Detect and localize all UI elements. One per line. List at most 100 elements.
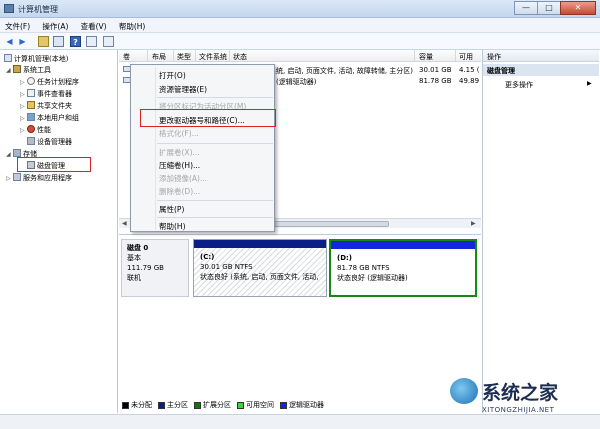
legend-item: 未分配 bbox=[122, 400, 152, 410]
show-hide-console-icon[interactable] bbox=[53, 36, 64, 47]
legend-item: 扩展分区 bbox=[194, 400, 231, 410]
legend-swatch bbox=[158, 401, 165, 409]
column-layout[interactable]: 布局 bbox=[152, 52, 166, 62]
window-title: 计算机管理 bbox=[18, 5, 58, 14]
shared-folder-icon bbox=[27, 101, 35, 109]
column-filesystem[interactable]: 文件系统 bbox=[199, 52, 227, 62]
services-icon bbox=[13, 173, 21, 181]
highlight-box-disk-management bbox=[17, 157, 91, 172]
menu-item-add-mirror: 添加镜像(A)... bbox=[159, 174, 208, 183]
legend-swatch bbox=[194, 401, 201, 409]
primary-partition-bar bbox=[194, 240, 326, 248]
partition-c-status: 状态良好 (系统, 启动, 页面文件, 活动, 故障转储, 主分区) bbox=[200, 273, 320, 281]
scroll-left-icon[interactable]: ◀ bbox=[122, 220, 127, 227]
watermark: 系统之家 XITONGZHIJIA.NET bbox=[450, 376, 600, 424]
legend-swatch bbox=[237, 401, 244, 409]
disk-size: 111.79 GB bbox=[127, 264, 164, 272]
row-status: (逻辑驱动器) bbox=[276, 78, 317, 86]
menu-item-delete: 删除卷(D)... bbox=[159, 187, 201, 196]
expanded-arrow-icon[interactable]: ◢ bbox=[6, 151, 13, 158]
collapsed-arrow-icon[interactable]: ▷ bbox=[20, 115, 27, 122]
watermark-text: 系统之家 bbox=[482, 382, 559, 404]
legend-item: 可用空间 bbox=[237, 400, 274, 410]
collapsed-arrow-icon[interactable]: ▷ bbox=[20, 103, 27, 110]
column-free[interactable]: 可用 bbox=[459, 52, 473, 62]
watermark-url: XITONGZHIJIA.NET bbox=[482, 406, 555, 414]
column-volume[interactable]: 卷 bbox=[123, 52, 130, 62]
partition-d-status: 状态良好 (逻辑驱动器) bbox=[337, 274, 408, 282]
watermark-logo bbox=[450, 378, 478, 404]
toolbar: ◀ ▶ ? bbox=[0, 33, 600, 50]
submenu-arrow-icon[interactable]: ▶ bbox=[587, 80, 592, 87]
column-type[interactable]: 类型 bbox=[177, 52, 191, 62]
up-folder-icon[interactable] bbox=[38, 36, 49, 47]
actions-header: 操作 bbox=[483, 50, 599, 62]
column-status[interactable]: 状态 bbox=[233, 52, 247, 62]
properties-icon[interactable] bbox=[86, 36, 97, 47]
menu-item-properties[interactable]: 属性(P) bbox=[159, 204, 184, 215]
tree-item-shared-folders[interactable]: ▷ 共享文件夹 bbox=[20, 101, 72, 111]
scroll-right-icon[interactable]: ▶ bbox=[471, 220, 476, 227]
volume-list-header: 卷 布局 类型 文件系统 状态 容量 可用 bbox=[119, 50, 481, 62]
column-capacity[interactable]: 容量 bbox=[419, 52, 433, 62]
partition-d-size: 81.78 GB NTFS bbox=[337, 264, 390, 272]
minimize-button[interactable]: — bbox=[514, 1, 538, 15]
row-free: 49.89 bbox=[459, 77, 480, 85]
tree-item-services[interactable]: ▷ 服务和应用程序 bbox=[6, 173, 72, 183]
disk-graphical-view: 磁盘 0 基本 111.79 GB 联机 (C:) 30.01 GB NTFS … bbox=[119, 234, 481, 397]
event-viewer-icon bbox=[27, 89, 35, 97]
partition-d[interactable]: (D:) 81.78 GB NTFS 状态良好 (逻辑驱动器) bbox=[329, 239, 477, 297]
device-manager-icon bbox=[27, 137, 35, 145]
expanded-arrow-icon[interactable]: ◢ bbox=[6, 67, 13, 74]
tree-item-event-viewer[interactable]: ▷ 事件查看器 bbox=[20, 89, 72, 99]
partition-c-size: 30.01 GB NTFS bbox=[200, 263, 253, 271]
close-button[interactable]: ✕ bbox=[560, 1, 596, 15]
menu-bar: 文件(F) 操作(A) 查看(V) 帮助(H) bbox=[0, 18, 600, 33]
more-actions-link[interactable]: 更多操作 bbox=[505, 80, 533, 90]
context-menu: 打开(O) 资源管理器(E) 将分区标记为活动分区(M) 更改驱动器号和路径(C… bbox=[130, 64, 275, 232]
legend-item: 主分区 bbox=[158, 400, 188, 410]
menu-item-explore[interactable]: 资源管理器(E) bbox=[159, 84, 207, 95]
help-icon[interactable]: ? bbox=[70, 36, 81, 47]
menu-item-shrink[interactable]: 压缩卷(H)... bbox=[159, 160, 200, 171]
tree-item-task-scheduler[interactable]: ▷ 任务计划程序 bbox=[20, 77, 79, 87]
clock-icon bbox=[27, 77, 35, 85]
collapsed-arrow-icon[interactable]: ▷ bbox=[20, 91, 27, 98]
partition-c-label: (C:) bbox=[200, 253, 215, 261]
menu-item-extend: 扩展卷(X)... bbox=[159, 148, 200, 157]
maximize-button[interactable]: □ bbox=[537, 1, 561, 15]
actions-section-disk-management[interactable]: 磁盘管理 bbox=[483, 64, 599, 76]
disk-state: 联机 bbox=[127, 274, 141, 282]
tree-item-performance[interactable]: ▷ 性能 bbox=[20, 125, 51, 135]
tree-item-device-manager[interactable]: 设备管理器 bbox=[27, 137, 72, 147]
disk-0-label[interactable]: 磁盘 0 基本 111.79 GB 联机 bbox=[121, 239, 189, 297]
legend-swatch bbox=[122, 401, 129, 409]
row-capacity: 81.78 GB bbox=[419, 77, 452, 85]
tree-item-system-tools[interactable]: ◢ 系统工具 bbox=[6, 65, 51, 75]
disk-name: 磁盘 0 bbox=[127, 244, 149, 252]
tree-item-local-users[interactable]: ▷ 本地用户和组 bbox=[20, 113, 79, 123]
menu-item-format: 格式化(F)... bbox=[159, 129, 199, 138]
partition-c[interactable]: (C:) 30.01 GB NTFS 状态良好 (系统, 启动, 页面文件, 活… bbox=[193, 239, 327, 297]
collapsed-arrow-icon[interactable]: ▷ bbox=[20, 79, 27, 86]
tree-item-root[interactable]: 计算机管理(本地) bbox=[4, 54, 68, 64]
view-icon[interactable] bbox=[103, 36, 114, 47]
menu-item-help[interactable]: 帮助(H) bbox=[159, 221, 186, 232]
title-bar: 计算机管理 — □ ✕ bbox=[0, 0, 600, 18]
forward-arrow-icon[interactable]: ▶ bbox=[17, 36, 28, 47]
legend-swatch bbox=[280, 401, 287, 409]
row-capacity: 30.01 GB bbox=[419, 66, 452, 74]
logical-drive-bar bbox=[331, 241, 475, 249]
tools-icon bbox=[13, 65, 21, 73]
collapsed-arrow-icon[interactable]: ▷ bbox=[20, 127, 27, 134]
computer-icon bbox=[4, 54, 12, 62]
collapsed-arrow-icon[interactable]: ▷ bbox=[6, 175, 13, 182]
row-free: 4.15 ( bbox=[459, 66, 480, 74]
navigation-tree: 计算机管理(本地) ◢ 系统工具 ▷ 任务计划程序 ▷ 事件查看器 ▷ 共享文件夹 ▷ 本… bbox=[2, 50, 118, 413]
performance-icon bbox=[27, 125, 35, 133]
computer-management-icon bbox=[4, 4, 14, 13]
partition-legend: 未分配 主分区 扩展分区 可用空间 逻辑驱动器 bbox=[122, 400, 330, 410]
highlight-box-change-drive-letter bbox=[140, 109, 276, 127]
back-arrow-icon[interactable]: ◀ bbox=[4, 36, 15, 47]
menu-item-open[interactable]: 打开(O) bbox=[159, 70, 186, 81]
